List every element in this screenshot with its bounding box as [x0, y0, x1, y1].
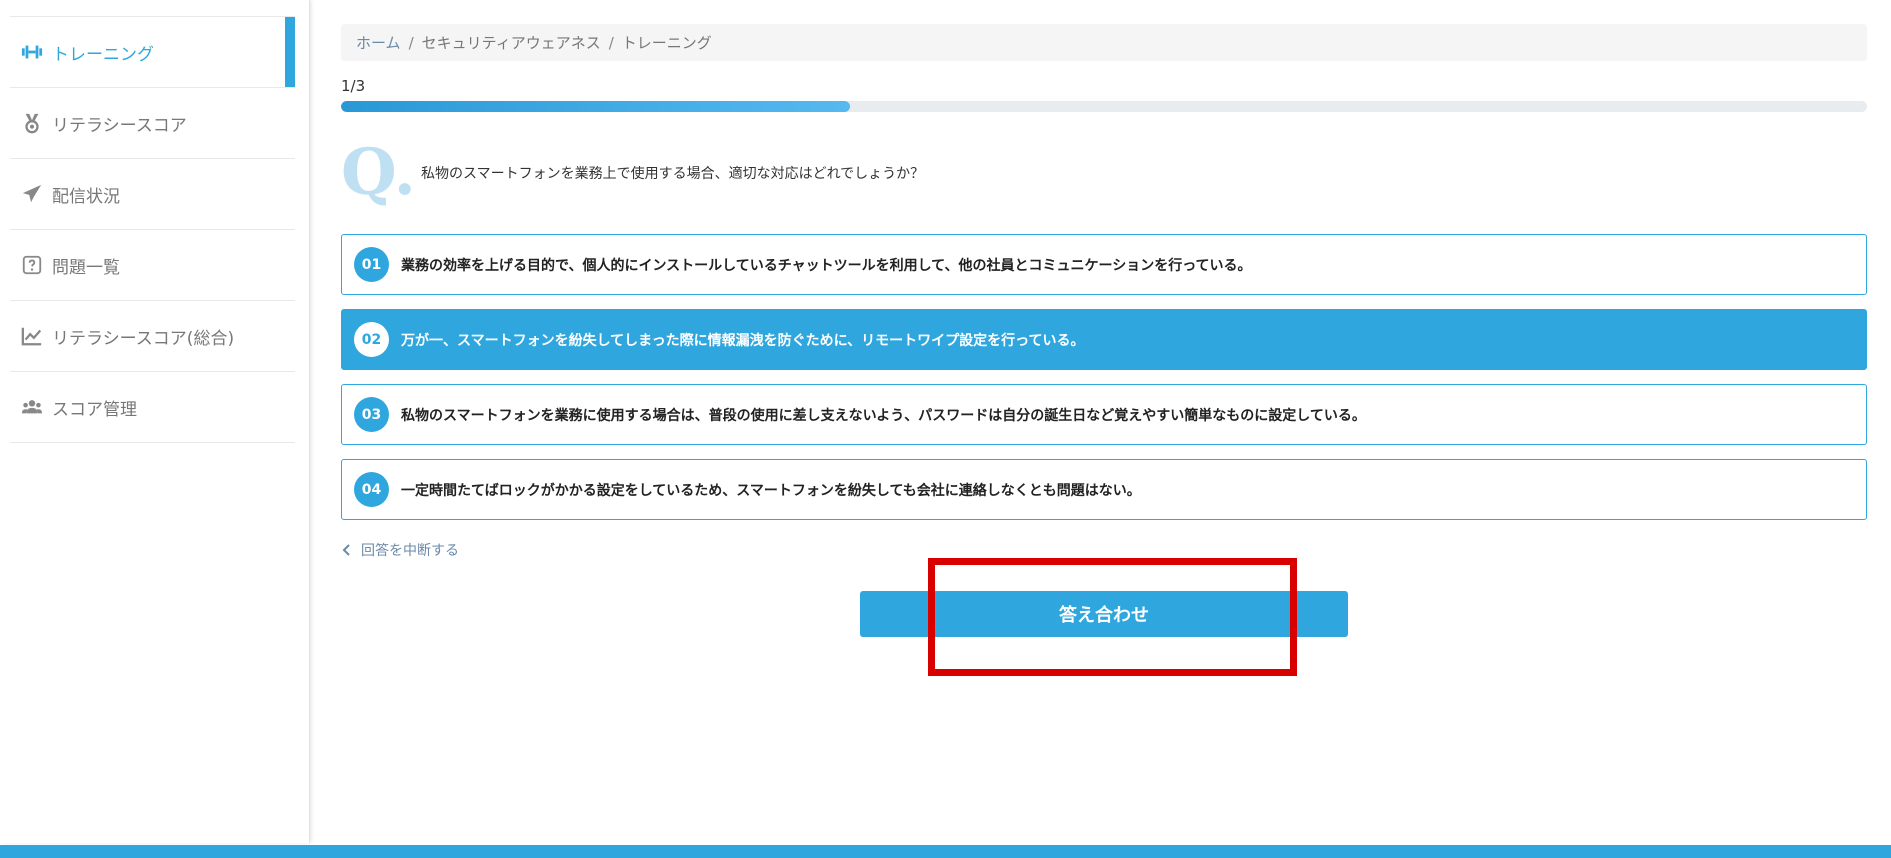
sidebar-item-delivery-status[interactable]: 配信状況	[10, 159, 295, 230]
question-mark: Q.	[341, 135, 416, 210]
question-square-icon	[20, 253, 44, 277]
line-chart-icon	[20, 324, 44, 348]
sidebar: トレーニング リテラシースコア 配信状況 問題一覧 リテラシースコア(総合) ス…	[0, 0, 310, 843]
sidebar-item-label: リテラシースコア	[52, 115, 187, 136]
choice-01[interactable]: 01 業務の効率を上げる目的で、個人的にインストールしているチャットツールを利用…	[341, 234, 1867, 295]
sidebar-nav: トレーニング リテラシースコア 配信状況 問題一覧 リテラシースコア(総合) ス…	[10, 16, 295, 443]
sidebar-item-literacy-score-overall[interactable]: リテラシースコア(総合)	[10, 301, 295, 372]
choice-text: 一定時間たてばロックがかかる設定をしているため、スマートフォンを紛失しても会社に…	[401, 482, 1141, 499]
choice-text: 万が一、スマートフォンを紛失してしまった際に情報漏洩を防ぐために、リモートワイプ…	[401, 332, 1085, 349]
sidebar-item-label: リテラシースコア(総合)	[52, 328, 235, 349]
sidebar-item-label: 問題一覧	[52, 257, 120, 278]
sidebar-item-score-management[interactable]: スコア管理	[10, 372, 295, 443]
users-icon	[20, 395, 44, 419]
progress-fill	[341, 101, 850, 112]
breadcrumb-home[interactable]: ホーム	[356, 32, 401, 53]
abort-answer-link[interactable]: 回答を中断する	[341, 540, 459, 560]
question: Q. 私物のスマートフォンを業務上で使用する場合、適切な対応はどれでしょうか？	[341, 138, 1867, 208]
choice-number: 02	[354, 322, 389, 357]
progress-label: 1/3	[341, 77, 366, 95]
breadcrumb-separator: /	[608, 33, 614, 52]
breadcrumb-section: セキュリティアウェアネス	[421, 34, 601, 52]
choice-02[interactable]: 02 万が一、スマートフォンを紛失してしまった際に情報漏洩を防ぐために、リモート…	[341, 309, 1867, 370]
paper-plane-icon	[20, 182, 44, 206]
footer-bar	[0, 845, 1891, 858]
sidebar-item-label: トレーニング	[52, 44, 154, 65]
main-content: ホーム / セキュリティアウェアネス / トレーニング 1/3 Q. 私物のスマ…	[341, 24, 1867, 637]
choice-number: 04	[354, 472, 389, 507]
dumbbell-icon	[20, 40, 44, 64]
check-answer-button[interactable]: 答え合わせ	[860, 591, 1348, 637]
choice-text: 業務の効率を上げる目的で、個人的にインストールしているチャットツールを利用して、…	[401, 257, 1252, 274]
choice-number: 03	[354, 397, 389, 432]
active-indicator	[285, 17, 295, 87]
choice-text: 私物のスマートフォンを業務に使用する場合は、普段の使用に差し支えないよう、パスワ…	[401, 407, 1366, 424]
sidebar-item-label: 配信状況	[52, 186, 120, 207]
choice-04[interactable]: 04 一定時間たてばロックがかかる設定をしているため、スマートフォンを紛失しても…	[341, 459, 1867, 520]
progress-bar	[341, 101, 1867, 112]
sidebar-item-label: スコア管理	[52, 399, 137, 420]
choice-03[interactable]: 03 私物のスマートフォンを業務に使用する場合は、普段の使用に差し支えないよう、…	[341, 384, 1867, 445]
breadcrumb: ホーム / セキュリティアウェアネス / トレーニング	[341, 24, 1867, 61]
sidebar-item-literacy-score[interactable]: リテラシースコア	[10, 88, 295, 159]
sidebar-item-training[interactable]: トレーニング	[10, 17, 295, 88]
breadcrumb-separator: /	[408, 33, 414, 52]
medal-icon	[20, 111, 44, 135]
chevron-left-icon	[342, 544, 350, 556]
choice-number: 01	[354, 247, 389, 282]
abort-answer-label: 回答を中断する	[361, 543, 459, 559]
breadcrumb-current: トレーニング	[621, 34, 712, 52]
sidebar-item-question-list[interactable]: 問題一覧	[10, 230, 295, 301]
question-text: 私物のスマートフォンを業務上で使用する場合、適切な対応はどれでしょうか？	[421, 166, 925, 182]
choice-list: 01 業務の効率を上げる目的で、個人的にインストールしているチャットツールを利用…	[341, 234, 1867, 520]
